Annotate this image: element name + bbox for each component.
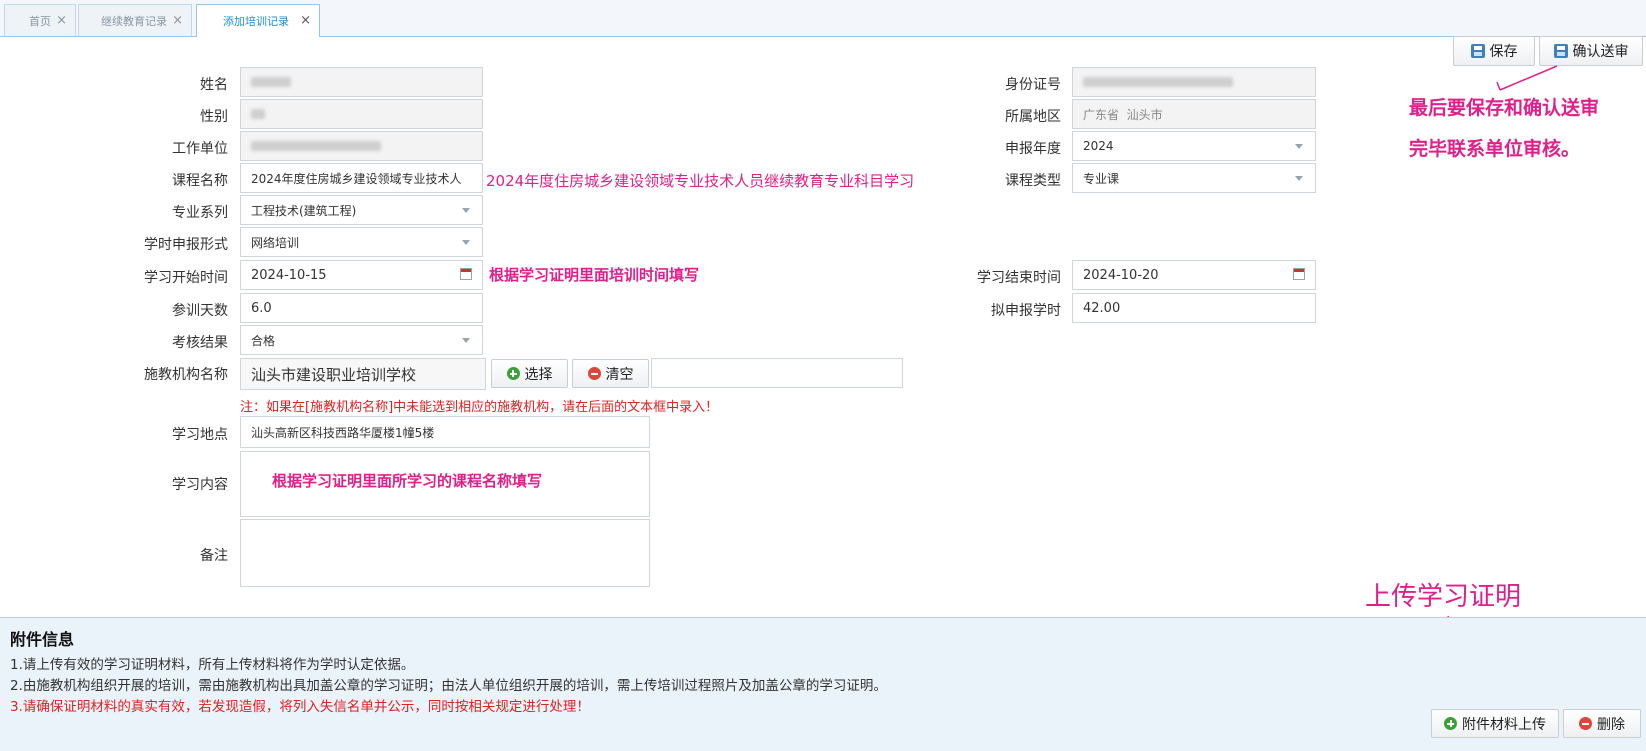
days-input[interactable]: 6.0 <box>240 293 483 323</box>
gender-field <box>240 99 483 129</box>
course-full-name-annotation: 2024年度住房城乡建设领域专业技术人员继续教育专业科目学习 <box>486 172 915 190</box>
add-icon <box>506 367 520 380</box>
content-hint-annotation: 根据学习证明里面所学习的课程名称填写 <box>272 472 543 490</box>
year-select[interactable]: 2024 <box>1072 131 1316 161</box>
remark-label: 备注 <box>200 548 228 564</box>
tab-add-training-record[interactable]: 添加培训记录 × <box>196 4 320 37</box>
save-button[interactable]: 保存 <box>1453 36 1535 66</box>
save-hint-arrow <box>1496 81 1501 91</box>
upload-hint: 上传学习证明 <box>1365 582 1522 612</box>
planned-hours-input[interactable]: 42.00 <box>1072 293 1316 323</box>
save-hint-arrow <box>1499 65 1558 91</box>
start-date-value: 2024-10-15 <box>251 267 327 283</box>
name-label: 姓名 <box>200 77 228 93</box>
save-hint-line2: 完毕联系单位审核。 <box>1409 138 1581 160</box>
hours-form-select[interactable]: 网络培训 <box>240 227 483 257</box>
institution-field: 汕头市建设职业培训学校 <box>240 358 486 390</box>
institution-manual-input[interactable] <box>651 358 903 388</box>
save-icon <box>1470 44 1485 58</box>
tab-label: 继续教育记录 <box>101 14 167 28</box>
close-icon[interactable]: × <box>172 13 183 28</box>
id-number-label: 身份证号 <box>1005 77 1061 93</box>
clear-institution-button[interactable]: 清空 <box>572 359 649 388</box>
name-field <box>240 67 483 97</box>
hours-form-value: 网络培训 <box>251 235 300 250</box>
result-label: 考核结果 <box>172 335 228 351</box>
chevron-down-icon <box>1295 176 1303 181</box>
days-label: 参训天数 <box>172 303 228 319</box>
upload-label: 附件材料上传 <box>1462 716 1546 733</box>
tab-home[interactable]: 首页 × <box>4 4 76 36</box>
tab-label: 首页 <box>29 14 51 28</box>
remove-icon <box>1579 717 1592 730</box>
end-date-label: 学习结束时间 <box>977 270 1061 286</box>
major-value: 工程技术(建筑工程) <box>251 203 357 218</box>
course-type-select[interactable]: 专业课 <box>1072 163 1316 193</box>
year-label: 申报年度 <box>1005 141 1061 157</box>
upload-attachment-button[interactable]: 附件材料上传 <box>1431 709 1559 738</box>
major-label: 专业系列 <box>172 205 228 221</box>
content-label: 学习内容 <box>172 477 228 493</box>
id-number-field <box>1072 67 1316 97</box>
course-type-value: 专业课 <box>1083 171 1120 186</box>
redacted-value <box>1083 77 1233 87</box>
calendar-icon[interactable] <box>1293 268 1305 280</box>
confirm-submit-button[interactable]: 确认送审 <box>1539 36 1643 66</box>
chevron-down-icon <box>1295 144 1303 149</box>
attachment-note-2: 2.由施教机构组织开展的培训，需由施教机构出具加盖公章的学习证明；由法人单位组织… <box>10 678 887 694</box>
redacted-value <box>251 141 381 151</box>
result-value: 合格 <box>251 333 276 348</box>
end-date-value: 2024-10-20 <box>1083 267 1159 283</box>
start-date-label: 学习开始时间 <box>144 270 228 286</box>
confirm-submit-label: 确认送审 <box>1572 44 1629 60</box>
select-institution-button[interactable]: 选择 <box>491 359 568 388</box>
redacted-value <box>251 109 265 119</box>
year-value: 2024 <box>1083 139 1114 153</box>
attachment-section: 附件信息 1.请上传有效的学习证明材料，所有上传材料将作为学时认定依据。 2.由… <box>0 617 1646 751</box>
tab-strip: 首页 × 继续教育记录 × 添加培训记录 × <box>0 0 1646 37</box>
work-unit-label: 工作单位 <box>172 141 228 157</box>
tab-education-records[interactable]: 继续教育记录 × <box>78 4 192 36</box>
redacted-value <box>251 77 291 87</box>
region-field: 广东省 汕头市 <box>1072 99 1316 129</box>
tab-label: 添加培训记录 <box>223 15 289 28</box>
course-name-input[interactable]: 2024年度住房城乡建设领域专业技术人 <box>240 163 483 193</box>
clear-label: 清空 <box>605 366 634 383</box>
select-label: 选择 <box>524 366 553 383</box>
time-hint-annotation: 根据学习证明里面培训时间填写 <box>489 266 700 284</box>
end-date-input[interactable]: 2024-10-20 <box>1072 260 1316 290</box>
delete-attachment-button[interactable]: 删除 <box>1563 709 1641 738</box>
save-hint-line1: 最后要保存和确认送审 <box>1409 97 1600 119</box>
delete-label: 删除 <box>1597 716 1625 733</box>
course-name-label: 课程名称 <box>172 173 228 189</box>
calendar-icon[interactable] <box>460 268 472 280</box>
institution-label: 施教机构名称 <box>144 367 228 383</box>
planned-hours-label: 拟申报学时 <box>991 303 1061 319</box>
result-select[interactable]: 合格 <box>240 325 483 355</box>
gender-label: 性别 <box>200 109 228 125</box>
hours-form-label: 学时申报形式 <box>144 237 228 253</box>
chevron-down-icon <box>462 338 470 343</box>
attachment-note-3: 3.请确保证明材料的真实有效，若发现造假，将列入失信名单并公示，同时按相关规定进… <box>10 699 590 715</box>
remark-textarea[interactable] <box>240 519 650 587</box>
attachment-note-1: 1.请上传有效的学习证明材料，所有上传材料将作为学时认定依据。 <box>10 657 415 673</box>
close-icon[interactable]: × <box>300 13 311 28</box>
start-date-input[interactable]: 2024-10-15 <box>240 260 483 290</box>
major-select[interactable]: 工程技术(建筑工程) <box>240 195 483 225</box>
chevron-down-icon <box>462 240 470 245</box>
location-label: 学习地点 <box>172 427 228 443</box>
add-icon <box>1444 717 1457 730</box>
save-icon <box>1553 44 1568 58</box>
save-label: 保存 <box>1489 44 1518 60</box>
chevron-down-icon <box>462 208 470 213</box>
region-label: 所属地区 <box>1005 109 1061 125</box>
work-unit-field <box>240 131 483 161</box>
attachment-title: 附件信息 <box>10 630 75 649</box>
close-icon[interactable]: × <box>56 13 67 28</box>
location-input[interactable]: 汕头高新区科技西路华厦楼1幢5楼 <box>240 416 650 448</box>
institution-note: 注：如果在[施教机构名称]中未能选到相应的施教机构，请在后面的文本框中录入！ <box>240 400 719 415</box>
remove-icon <box>587 367 601 380</box>
course-type-label: 课程类型 <box>1005 173 1061 189</box>
